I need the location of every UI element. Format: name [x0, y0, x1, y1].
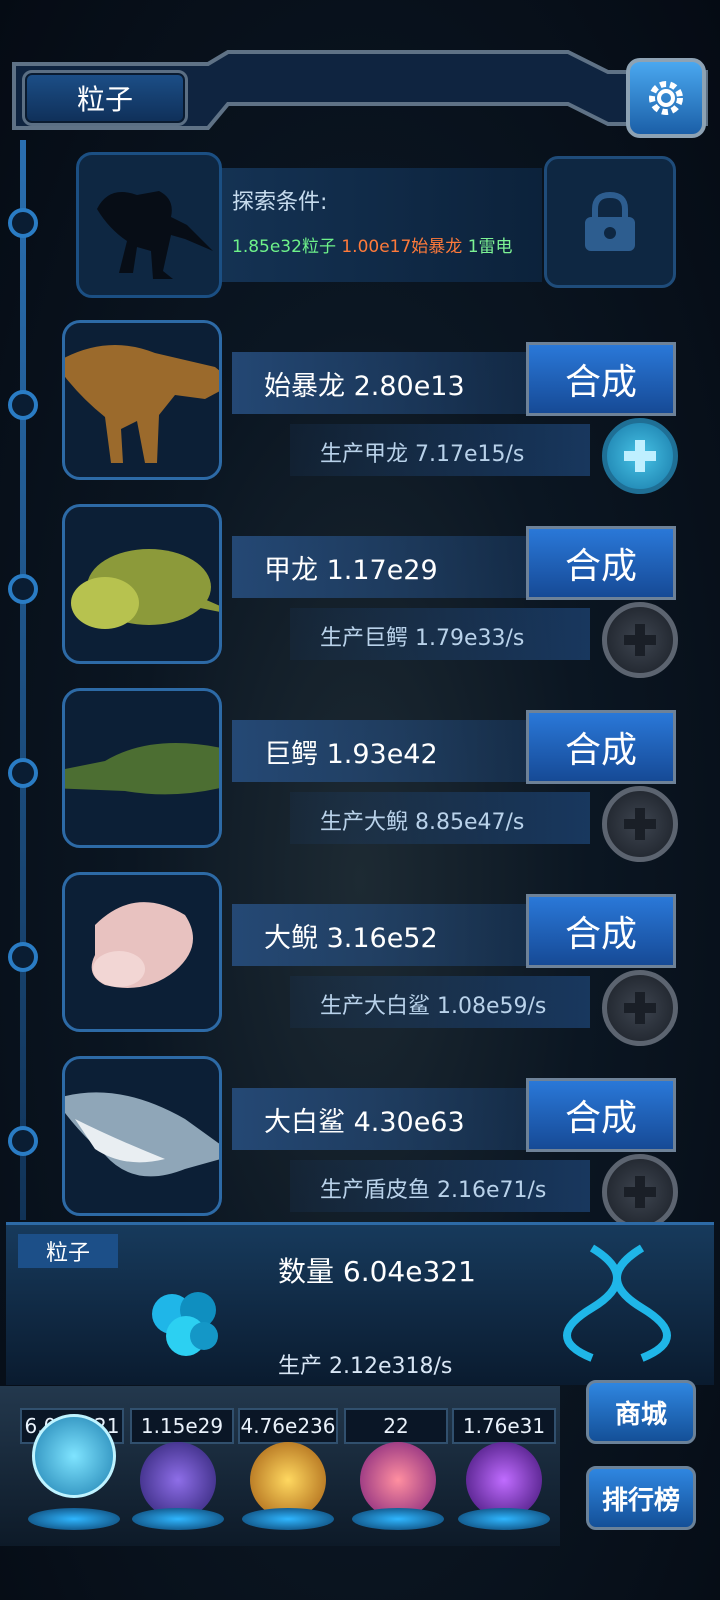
creature-portrait-trex — [55, 320, 235, 480]
creature-row: 始暴龙 2.80e13 生产甲龙 7.17e15/s 合成 — [0, 320, 720, 500]
orb-pedestal — [132, 1508, 224, 1530]
shop-button[interactable]: 商城 — [586, 1380, 696, 1444]
upgrade-button[interactable] — [602, 602, 678, 678]
creature-row: 甲龙 1.17e29 生产巨鳄 1.79e33/s 合成 — [0, 504, 720, 684]
lock-icon — [585, 191, 635, 251]
req-trex: 1.00e17始暴龙 — [341, 237, 463, 257]
creature-production: 生产甲龙 7.17e15/s — [320, 442, 525, 467]
synthesize-button[interactable]: 合成 — [526, 1078, 676, 1152]
creature-name-count: 甲龙 1.17e29 — [264, 555, 438, 586]
synthesize-button[interactable]: 合成 — [526, 526, 676, 600]
brain-orb-tab[interactable] — [360, 1442, 436, 1518]
synthesize-button[interactable]: 合成 — [526, 342, 676, 416]
plus-icon — [624, 624, 656, 656]
particle-production: 生产 2.12e318/s — [278, 1354, 453, 1379]
creature-name-count: 大鲵 3.16e52 — [264, 923, 438, 954]
creature-production: 生产盾皮鱼 2.16e71/s — [320, 1178, 547, 1203]
creature-portrait-salamander — [62, 872, 222, 1032]
req-particles: 1.85e32粒子 — [232, 237, 336, 257]
upgrade-button[interactable] — [602, 786, 678, 862]
particle-cluster-icon — [140, 1278, 232, 1370]
synthesize-button[interactable]: 合成 — [526, 710, 676, 784]
orb-pedestal — [28, 1508, 120, 1530]
resource-value-brain: 22 — [344, 1408, 448, 1444]
unlock-button[interactable] — [544, 156, 676, 288]
creature-name-count: 巨鳄 1.93e42 — [264, 739, 438, 770]
fire-orb-tab[interactable] — [250, 1442, 326, 1518]
plus-icon — [624, 808, 656, 840]
plus-icon — [624, 440, 656, 472]
locked-creature-silhouette — [76, 152, 222, 298]
resource-value-portal: 1.76e31 — [452, 1408, 556, 1444]
creature-production: 生产大鲵 8.85e47/s — [320, 810, 525, 835]
settings-button[interactable] — [626, 58, 706, 138]
portal-orb-tab[interactable] — [466, 1442, 542, 1518]
dna-icon — [552, 1238, 682, 1364]
ranking-button[interactable]: 排行榜 — [586, 1466, 696, 1530]
orb-pedestal — [458, 1508, 550, 1530]
info-tab-label: 粒子 — [18, 1234, 118, 1268]
page-title: 粒子 — [22, 70, 188, 126]
particle-quantity: 数量 6.04e321 — [278, 1255, 476, 1288]
rail-lock-node — [8, 208, 38, 238]
synthesize-button[interactable]: 合成 — [526, 894, 676, 968]
orb-pedestal — [352, 1508, 444, 1530]
creature-row: 大鲵 3.16e52 生产大白鲨 1.08e59/s 合成 — [0, 872, 720, 1052]
creature-portrait-shark — [55, 1056, 235, 1216]
creature-name-count: 始暴龙 2.80e13 — [264, 371, 465, 402]
creature-portrait-crocodile — [25, 688, 245, 848]
explore-requirements: 1.85e32粒子 1.00e17始暴龙 1雷电 — [232, 232, 513, 257]
creature-row: 大白鲨 4.30e63 生产盾皮鱼 2.16e71/s 合成 — [0, 1056, 720, 1236]
plus-icon — [624, 1176, 656, 1208]
creature-row: 巨鳄 1.93e42 生产大鲵 8.85e47/s 合成 — [0, 688, 720, 868]
upgrade-button[interactable] — [602, 1154, 678, 1230]
creature-production: 生产巨鳄 1.79e33/s — [320, 626, 525, 651]
upgrade-button[interactable] — [602, 970, 678, 1046]
req-lightning: 1雷电 — [467, 237, 513, 257]
resource-value-lightning: 1.15e29 — [130, 1408, 234, 1444]
plus-icon — [624, 992, 656, 1024]
explore-condition-label: 探索条件: — [232, 190, 328, 215]
upgrade-button[interactable] — [602, 418, 678, 494]
creature-name-count: 大白鲨 4.30e63 — [264, 1107, 465, 1138]
gear-icon — [649, 81, 683, 115]
particle-orb-tab[interactable] — [32, 1414, 116, 1498]
resource-value-fire: 4.76e236 — [238, 1408, 338, 1444]
orb-pedestal — [242, 1508, 334, 1530]
lightning-orb-tab[interactable] — [140, 1442, 216, 1518]
creature-production: 生产大白鲨 1.08e59/s — [320, 994, 547, 1019]
creature-portrait-ankylosaur — [62, 504, 245, 664]
